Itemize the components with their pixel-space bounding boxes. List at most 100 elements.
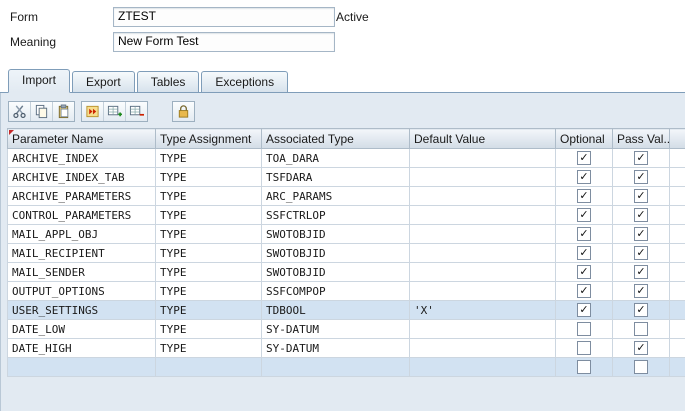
filler-cell [669,148,685,168]
associated-type-cell[interactable]: SWOTOBJID [261,262,410,282]
filler-cell [669,319,685,339]
associated-type-cell[interactable]: SSFCTRLOP [261,205,410,225]
default-value-cell[interactable] [409,186,556,206]
column-header-pass-val[interactable]: Pass Val... [612,128,670,149]
pass-value-checkbox[interactable]: ✓ [634,227,648,241]
associated-type-cell[interactable]: TDBOOL [261,300,410,320]
tab-import[interactable]: Import [8,69,71,93]
form-input[interactable]: ZTEST [113,7,335,27]
insert-row-icon[interactable] [104,102,126,121]
pass-value-checkbox[interactable]: ✓ [634,208,648,222]
type-assignment-cell[interactable] [155,357,262,377]
associated-type-cell[interactable]: ARC_PARAMS [261,186,410,206]
optional-checkbox[interactable]: ✓ [577,246,591,260]
type-assignment-cell[interactable]: TYPE [155,319,262,339]
pass-value-checkbox[interactable] [634,360,648,374]
type-assignment-cell[interactable]: TYPE [155,262,262,282]
table-row: ARCHIVE_PARAMETERS TYPE ARC_PARAMS ✓ ✓ [7,186,685,206]
default-value-cell[interactable] [409,167,556,187]
optional-checkbox[interactable]: ✓ [577,170,591,184]
associated-type-cell[interactable]: SY-DATUM [261,319,410,339]
optional-checkbox[interactable]: ✓ [577,208,591,222]
optional-checkbox[interactable]: ✓ [577,284,591,298]
default-value-cell[interactable] [409,205,556,225]
type-assignment-cell[interactable]: TYPE [155,224,262,244]
default-value-cell[interactable] [409,243,556,263]
parameter-name-cell[interactable]: ARCHIVE_PARAMETERS [7,186,156,206]
default-value-cell[interactable] [409,148,556,168]
column-header-parameter-name[interactable]: Parameter Name [7,128,156,149]
parameter-name-cell[interactable]: MAIL_RECIPIENT [7,243,156,263]
associated-type-cell[interactable] [261,357,410,377]
parameter-name-cell[interactable]: ARCHIVE_INDEX_TAB [7,167,156,187]
type-assignment-cell[interactable]: TYPE [155,186,262,206]
filler-cell [669,281,685,301]
pass-value-checkbox[interactable]: ✓ [634,246,648,260]
parameter-name-cell[interactable] [7,357,156,377]
associated-type-cell[interactable]: SWOTOBJID [261,224,410,244]
tab-exceptions[interactable]: Exceptions [201,71,289,92]
associated-type-cell[interactable]: TOA_DARA [261,148,410,168]
paste-icon[interactable] [53,102,74,121]
default-value-cell[interactable]: 'X' [409,300,556,320]
optional-checkbox[interactable]: ✓ [577,227,591,241]
column-header-default-value[interactable]: Default Value [409,128,556,149]
optional-checkbox[interactable] [577,322,591,336]
pass-value-checkbox[interactable]: ✓ [634,265,648,279]
copy-icon[interactable] [31,102,53,121]
optional-checkbox[interactable] [577,341,591,355]
table-row: MAIL_APPL_OBJ TYPE SWOTOBJID ✓ ✓ [7,224,685,244]
parameter-name-cell[interactable]: CONTROL_PARAMETERS [7,205,156,225]
optional-checkbox[interactable]: ✓ [577,189,591,203]
associated-type-cell[interactable]: SY-DATUM [261,338,410,358]
pass-value-checkbox[interactable]: ✓ [634,189,648,203]
default-value-cell[interactable] [409,262,556,282]
default-value-cell[interactable] [409,357,556,377]
parameter-name-cell[interactable]: OUTPUT_OPTIONS [7,281,156,301]
table-row: CONTROL_PARAMETERS TYPE SSFCTRLOP ✓ ✓ [7,205,685,225]
default-value-cell[interactable] [409,224,556,244]
parameter-name-cell[interactable]: ARCHIVE_INDEX [7,148,156,168]
type-assignment-cell[interactable]: TYPE [155,243,262,263]
pass-value-checkbox[interactable]: ✓ [634,303,648,317]
filler-cell [669,243,685,263]
type-assignment-cell[interactable]: TYPE [155,300,262,320]
type-assignment-cell[interactable]: TYPE [155,205,262,225]
column-header-associated-type[interactable]: Associated Type [261,128,410,149]
lock-icon[interactable] [173,102,194,121]
tab-export[interactable]: Export [72,71,135,92]
filler-cell [669,338,685,358]
toolbar-group [81,101,148,122]
optional-checkbox[interactable]: ✓ [577,151,591,165]
column-header-type-assignment[interactable]: Type Assignment [155,128,262,149]
column-header-optional[interactable]: Optional [555,128,613,149]
optional-checkbox[interactable]: ✓ [577,265,591,279]
parameter-name-cell[interactable]: USER_SETTINGS [7,300,156,320]
associated-type-cell[interactable]: SSFCOMPOP [261,281,410,301]
pass-value-checkbox[interactable]: ✓ [634,284,648,298]
parameter-name-cell[interactable]: DATE_HIGH [7,338,156,358]
associated-type-cell[interactable]: TSFDARA [261,167,410,187]
parameter-name-cell[interactable]: MAIL_APPL_OBJ [7,224,156,244]
default-value-cell[interactable] [409,338,556,358]
type-assignment-cell[interactable]: TYPE [155,338,262,358]
pass-value-checkbox[interactable] [634,322,648,336]
pass-value-checkbox[interactable]: ✓ [634,170,648,184]
optional-checkbox[interactable] [577,360,591,374]
type-assignment-cell[interactable]: TYPE [155,281,262,301]
parameter-name-cell[interactable]: MAIL_SENDER [7,262,156,282]
pass-value-checkbox[interactable]: ✓ [634,341,648,355]
double-arrow-icon[interactable] [82,102,104,121]
meaning-input[interactable]: New Form Test [113,32,335,52]
associated-type-cell[interactable]: SWOTOBJID [261,243,410,263]
type-assignment-cell[interactable]: TYPE [155,167,262,187]
cut-icon[interactable] [9,102,31,121]
tab-tables[interactable]: Tables [136,71,200,92]
parameter-name-cell[interactable]: DATE_LOW [7,319,156,339]
delete-row-icon[interactable] [126,102,147,121]
pass-value-checkbox[interactable]: ✓ [634,151,648,165]
default-value-cell[interactable] [409,281,556,301]
type-assignment-cell[interactable]: TYPE [155,148,262,168]
optional-checkbox[interactable]: ✓ [577,303,591,317]
default-value-cell[interactable] [409,319,556,339]
